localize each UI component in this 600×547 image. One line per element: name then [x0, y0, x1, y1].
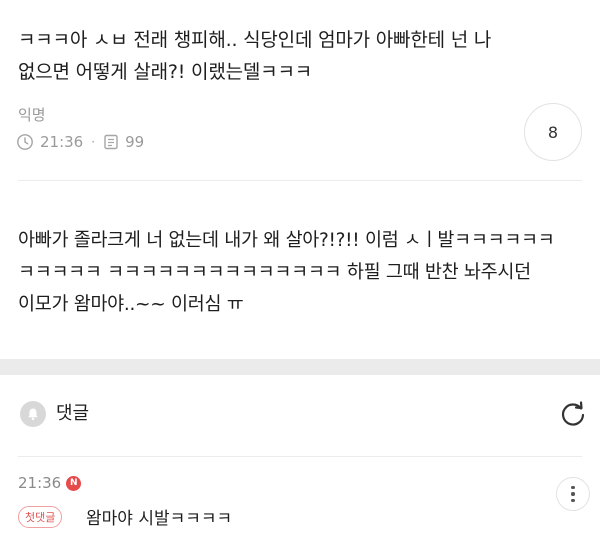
comments-header: 댓글 — [0, 375, 600, 455]
comment-text: 왐마야 시발ㅋㅋㅋㅋ — [86, 509, 233, 529]
clock-icon — [17, 134, 33, 150]
section-divider — [0, 359, 600, 375]
reply-body: 아빠가 졸라크게 너 없는데 내가 왜 살아?!?!! 이럼 ㅅㅣ발ㅋㅋㅋㅋㅋㅋ… — [18, 225, 588, 321]
comment-count-button[interactable]: 8 — [524, 103, 582, 161]
reply-body-line: 아빠가 졸라크게 너 없는데 내가 왜 살아?!?!! 이럼 ㅅㅣ발ㅋㅋㅋㅋㅋㅋ — [18, 230, 555, 251]
comment-meta: 21:36 N — [18, 474, 82, 492]
reply-body-line: 이모가 왐마야..~~ 이러심 ㅠ — [18, 294, 244, 315]
post-author: 익명 — [18, 106, 46, 124]
comments-title: 댓글 — [56, 403, 90, 424]
reply-body-line: ㅋㅋㅋㅋㅋ ㅋㅋㅋㅋㅋㅋㅋㅋㅋㅋㅋㅋㅋㅋ 하필 그때 반찬 놔주시던 — [18, 262, 531, 283]
more-vertical-icon[interactable] — [556, 477, 590, 511]
bell-icon[interactable] — [20, 401, 46, 427]
post-time: 21:36 — [40, 133, 84, 151]
meta-separator: · — [91, 135, 96, 149]
comment-item: 21:36 N 첫댓글 왐마야 시발ㅋㅋㅋㅋ — [0, 457, 600, 547]
post-views: 99 — [125, 133, 145, 151]
reply-post: 아빠가 졸라크게 너 없는데 내가 왜 살아?!?!! 이럼 ㅅㅣ발ㅋㅋㅋㅋㅋㅋ… — [0, 181, 600, 359]
post-body-line: 없으면 어떻게 살래?! 이랬는델ㅋㅋㅋ — [18, 61, 313, 83]
post-body: ㅋㅋㅋ아 ㅅㅂ 전래 챙피해.. 식당인데 엄마가 아빠한테 넌 나 없으면 어… — [18, 24, 578, 88]
post-body-line: ㅋㅋㅋ아 ㅅㅂ 전래 챙피해.. 식당인데 엄마가 아빠한테 넌 나 — [18, 29, 492, 51]
post-meta: 21:36 · 99 — [16, 133, 144, 151]
comment-time: 21:36 — [18, 474, 62, 492]
document-icon — [104, 134, 118, 150]
first-comment-tag: 첫댓글 — [18, 506, 63, 528]
new-badge: N — [66, 475, 82, 491]
refresh-icon[interactable] — [556, 398, 590, 432]
post: ㅋㅋㅋ아 ㅅㅂ 전래 챙피해.. 식당인데 엄마가 아빠한테 넌 나 없으면 어… — [0, 0, 600, 180]
